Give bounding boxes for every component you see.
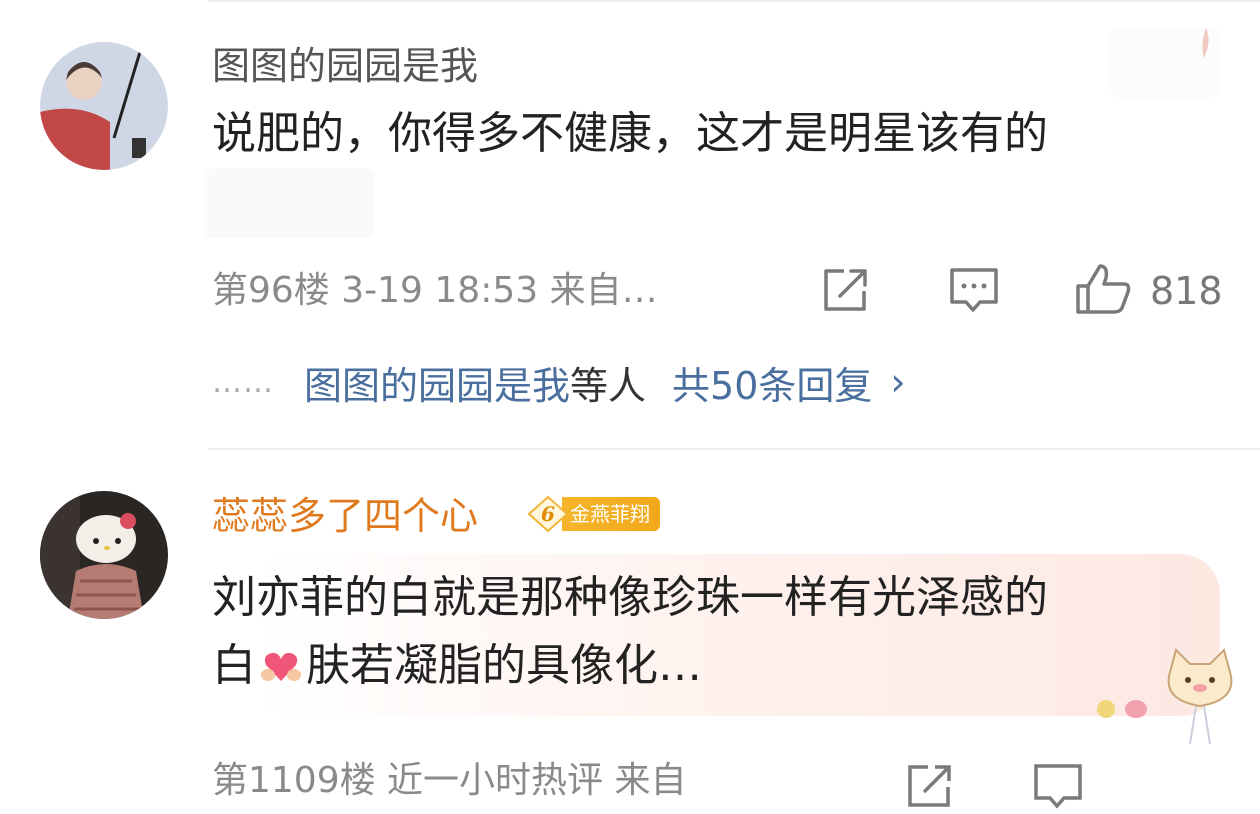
badge-label: 金燕菲翔	[562, 497, 660, 531]
level-diamond-icon: 6	[527, 495, 569, 533]
comment-divider	[208, 448, 1260, 450]
chevron-right-icon: ›	[890, 360, 906, 404]
avatar-kitty-photo-icon	[40, 491, 168, 619]
top-divider	[208, 0, 1260, 2]
comment-bubble-icon[interactable]	[1030, 758, 1086, 814]
thumbs-up-icon[interactable]	[1074, 262, 1134, 318]
reply-username[interactable]: 图图的园园是我	[304, 355, 570, 410]
comment-meta: 第96楼 3-19 18:53 来自…	[212, 270, 658, 311]
user-avatar[interactable]	[40, 491, 168, 619]
reply-and-others: 等人	[570, 363, 647, 408]
avatar-illustration-icon	[40, 42, 168, 170]
reply-count[interactable]: 共50条回复	[672, 355, 872, 410]
replies-dots: ……	[212, 364, 274, 400]
like-count: 818	[1150, 269, 1223, 313]
cat-sticker-icon	[1167, 648, 1233, 744]
comment-meta: 第1109楼 近一小时热评 来自	[212, 760, 687, 801]
comment-username[interactable]: 蕊蕊多了四个心	[212, 492, 478, 540]
heart-hands-emoji-icon	[261, 652, 301, 681]
comment-text-segment: 肤若凝脂的具像化…	[306, 640, 702, 691]
comment-text-segment: 白	[212, 640, 256, 691]
view-replies-link[interactable]: …… 图图的园园是我 等人 共50条回复 ›	[212, 354, 906, 410]
user-avatar[interactable]	[40, 42, 168, 170]
blurred-region	[204, 168, 374, 238]
share-square-icon[interactable]	[818, 262, 874, 318]
feather-decoration-icon	[1202, 28, 1209, 58]
badge-level: 6	[541, 502, 555, 526]
comment-text: 说肥的，你得多不健康，这才是明星该有的	[212, 108, 1048, 159]
comment-username[interactable]: 图图的园园是我	[212, 42, 478, 90]
decor-dots-icon	[1097, 700, 1147, 718]
comment-text-line2: 白 肤若凝脂的具像化…	[212, 634, 702, 698]
share-square-icon[interactable]	[902, 758, 958, 814]
fan-level-badge[interactable]: 6 金燕菲翔	[527, 495, 660, 533]
comment-text: 刘亦菲的白就是那种像珍珠一样有光泽感的	[212, 572, 1048, 623]
comment-bubble-icon[interactable]	[946, 262, 1002, 318]
